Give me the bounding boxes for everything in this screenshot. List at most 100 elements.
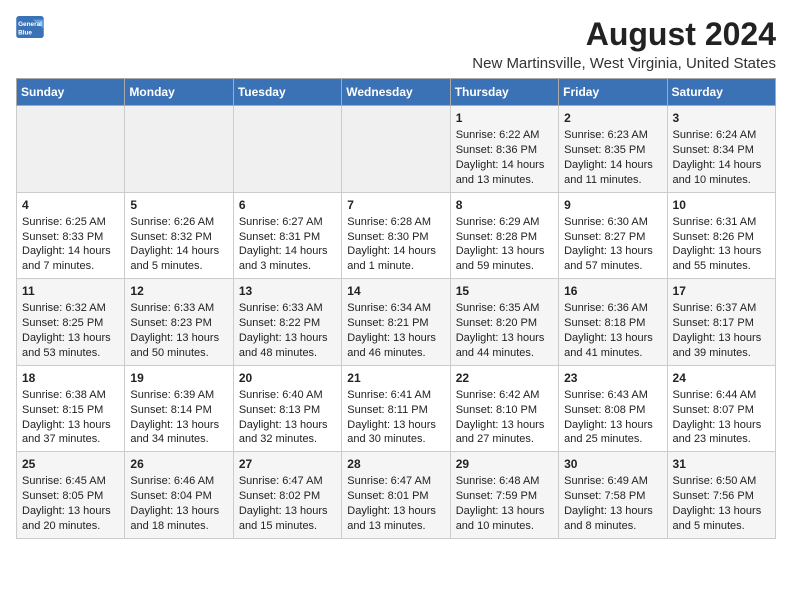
day-info-line-4: and 57 minutes. (564, 259, 661, 274)
day-info-line-1: Sunrise: 6:33 AM (239, 301, 336, 316)
day-info-line-3: Daylight: 13 hours (456, 331, 553, 346)
day-number: 19 (130, 370, 227, 386)
day-cell-14: 14Sunrise: 6:34 AMSunset: 8:21 PMDayligh… (342, 279, 450, 366)
day-info-line-1: Sunrise: 6:29 AM (456, 215, 553, 230)
day-info-line-1: Sunrise: 6:34 AM (347, 301, 444, 316)
day-info-line-1: Sunrise: 6:33 AM (130, 301, 227, 316)
day-number: 25 (22, 456, 119, 472)
day-number: 13 (239, 283, 336, 299)
day-cell-18: 18 Sunrise: 6:38 AMSunset: 8:15 PMDayligh… (17, 365, 125, 452)
day-cell-16: 16Sunrise: 6:36 AMSunset: 8:18 PMDayligh… (559, 279, 667, 366)
day-info-line-2: Sunset: 8:28 PM (456, 230, 553, 245)
day-cell-11: 11Sunrise: 6:32 AMSunset: 8:25 PMDayligh… (17, 279, 125, 366)
day-info-line-3: Daylight: 14 hours (673, 158, 770, 173)
day-number: 1 (456, 110, 553, 126)
svg-text:General: General (18, 21, 42, 28)
header: General Blue August 2024 New Martinsvill… (16, 16, 776, 72)
empty-cell (233, 106, 341, 193)
day-info-line-2: Sunset: 7:56 PM (673, 489, 770, 504)
day-info-line-3: Daylight: 13 hours (456, 244, 553, 259)
day-number: 3 (673, 110, 770, 126)
day-number: 10 (673, 197, 770, 213)
day-info-line-3: Daylight: 13 hours (130, 504, 227, 519)
day-number: 21 (347, 370, 444, 386)
day-number: 18 (22, 370, 119, 386)
day-info-line-4: and 37 minutes. (22, 432, 119, 447)
day-number: 6 (239, 197, 336, 213)
day-info-line-2: Sunset: 8:36 PM (456, 143, 553, 158)
day-info-line-4: and 25 minutes. (564, 432, 661, 447)
day-info-line-3: Daylight: 14 hours (564, 158, 661, 173)
calendar-body: 1Sunrise: 6:22 AMSunset: 8:36 PMDaylight… (17, 106, 776, 539)
day-info-line-1: Sunrise: 6:50 AM (673, 474, 770, 489)
empty-cell (342, 106, 450, 193)
day-info-line-3: Daylight: 13 hours (347, 418, 444, 433)
day-info-line-1: Sunrise: 6:31 AM (673, 215, 770, 230)
day-cell-22: 22Sunrise: 6:42 AMSunset: 8:10 PMDayligh… (450, 365, 558, 452)
day-info-line-3: Daylight: 13 hours (456, 418, 553, 433)
day-cell-19: 19Sunrise: 6:39 AMSunset: 8:14 PMDayligh… (125, 365, 233, 452)
day-info-line-1: Sunrise: 6:38 AM (22, 388, 119, 403)
day-info-line-4: and 20 minutes. (22, 519, 119, 534)
day-info-line-4: and 32 minutes. (239, 432, 336, 447)
day-number: 23 (564, 370, 661, 386)
day-info-line-1: Sunrise: 6:32 AM (22, 301, 119, 316)
day-info-line-3: Daylight: 14 hours (239, 244, 336, 259)
day-info-line-3: Daylight: 14 hours (130, 244, 227, 259)
day-number: 28 (347, 456, 444, 472)
day-info-line-4: and 13 minutes. (347, 519, 444, 534)
day-info-line-3: Daylight: 13 hours (564, 418, 661, 433)
day-number: 9 (564, 197, 661, 213)
day-info-line-1: Sunrise: 6:46 AM (130, 474, 227, 489)
day-info-line-3: Daylight: 13 hours (456, 504, 553, 519)
day-info-line-4: and 11 minutes. (564, 173, 661, 188)
day-info-line-1: Sunrise: 6:44 AM (673, 388, 770, 403)
day-info-line-2: Sunset: 8:01 PM (347, 489, 444, 504)
day-number: 31 (673, 456, 770, 472)
day-info-line-4: and 59 minutes. (456, 259, 553, 274)
day-info-line-3: Daylight: 13 hours (130, 331, 227, 346)
day-info-line-4: and 23 minutes. (673, 432, 770, 447)
day-cell-20: 20Sunrise: 6:40 AMSunset: 8:13 PMDayligh… (233, 365, 341, 452)
day-info-line-3: Daylight: 13 hours (564, 331, 661, 346)
day-info-line-1: Sunrise: 6:35 AM (456, 301, 553, 316)
day-info-line-1: Sunrise: 6:27 AM (239, 215, 336, 230)
day-info-line-3: Daylight: 13 hours (673, 331, 770, 346)
sub-title: New Martinsville, West Virginia, United … (472, 55, 776, 72)
day-number: 30 (564, 456, 661, 472)
day-cell-9: 9Sunrise: 6:30 AMSunset: 8:27 PMDaylight… (559, 192, 667, 279)
day-info-line-1: Sunrise: 6:24 AM (673, 128, 770, 143)
day-cell-31: 31Sunrise: 6:50 AMSunset: 7:56 PMDayligh… (667, 452, 775, 539)
day-info-line-2: Sunset: 8:22 PM (239, 316, 336, 331)
day-cell-5: 5Sunrise: 6:26 AMSunset: 8:32 PMDaylight… (125, 192, 233, 279)
empty-cell (125, 106, 233, 193)
day-info-line-2: Sunset: 8:31 PM (239, 230, 336, 245)
dow-saturday: Saturday (667, 79, 775, 106)
day-cell-7: 7Sunrise: 6:28 AMSunset: 8:30 PMDaylight… (342, 192, 450, 279)
day-info-line-3: Daylight: 13 hours (347, 331, 444, 346)
day-info-line-2: Sunset: 8:25 PM (22, 316, 119, 331)
day-info-line-2: Sunset: 8:11 PM (347, 403, 444, 418)
day-info-line-3: Daylight: 14 hours (22, 244, 119, 259)
day-info-line-2: Sunset: 8:30 PM (347, 230, 444, 245)
day-info-line-2: Sunset: 8:15 PM (22, 403, 119, 418)
day-info-line-3: Daylight: 13 hours (22, 504, 119, 519)
day-info-line-3: Daylight: 13 hours (564, 504, 661, 519)
day-number: 5 (130, 197, 227, 213)
empty-cell (17, 106, 125, 193)
week-row-1: 1Sunrise: 6:22 AMSunset: 8:36 PMDaylight… (17, 106, 776, 193)
day-cell-8: 8Sunrise: 6:29 AMSunset: 8:28 PMDaylight… (450, 192, 558, 279)
day-cell-23: 23Sunrise: 6:43 AMSunset: 8:08 PMDayligh… (559, 365, 667, 452)
day-info-line-3: Daylight: 13 hours (22, 418, 119, 433)
title-block: August 2024 New Martinsville, West Virgi… (472, 16, 776, 72)
day-cell-1: 1Sunrise: 6:22 AMSunset: 8:36 PMDaylight… (450, 106, 558, 193)
dow-friday: Friday (559, 79, 667, 106)
day-cell-13: 13Sunrise: 6:33 AMSunset: 8:22 PMDayligh… (233, 279, 341, 366)
day-of-week-header: SundayMondayTuesdayWednesdayThursdayFrid… (17, 79, 776, 106)
day-info-line-4: and 5 minutes. (673, 519, 770, 534)
day-info-line-1: Sunrise: 6:43 AM (564, 388, 661, 403)
day-cell-15: 15Sunrise: 6:35 AMSunset: 8:20 PMDayligh… (450, 279, 558, 366)
day-number: 11 (22, 283, 119, 299)
day-info-line-3: Daylight: 14 hours (456, 158, 553, 173)
day-number: 26 (130, 456, 227, 472)
